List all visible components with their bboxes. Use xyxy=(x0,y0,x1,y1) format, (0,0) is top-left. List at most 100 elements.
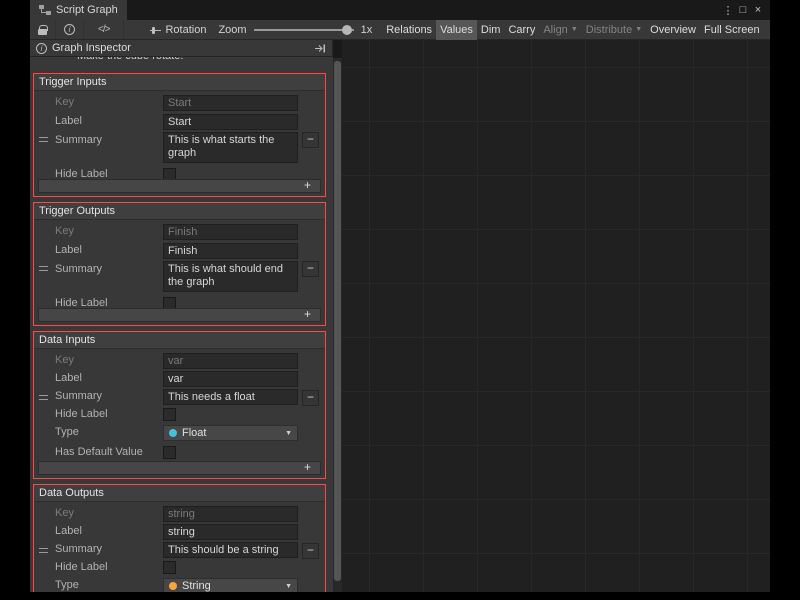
label-label: Label xyxy=(55,525,82,537)
remove-button[interactable]: − xyxy=(302,132,319,148)
graph-inspector-title: Graph Inspector xyxy=(52,42,131,54)
label-label: Label xyxy=(55,244,82,256)
key-label: Key xyxy=(55,507,74,519)
maximize-icon[interactable]: □ xyxy=(736,4,750,16)
float-type-dot-icon xyxy=(169,429,177,437)
code-icon: </> xyxy=(98,24,109,35)
summary-label: Summary xyxy=(55,390,102,402)
section-data-inputs: Data Inputs Key Label Summary − Hide Lab… xyxy=(33,331,326,479)
lock-icon xyxy=(38,29,47,35)
inspect-button[interactable]: i xyxy=(56,20,84,39)
rotation-control[interactable]: Rotation xyxy=(150,24,206,36)
relations-button[interactable]: Relations xyxy=(382,20,436,40)
drag-handle-icon[interactable] xyxy=(39,395,48,400)
menu-icon[interactable]: ⋮ xyxy=(721,4,735,17)
section-title: Data Inputs xyxy=(34,332,325,349)
tab-bar: Script Graph ⋮ □ × xyxy=(30,0,770,20)
type-label: Type xyxy=(55,579,79,591)
code-view-button[interactable]: </> xyxy=(84,20,124,39)
scrollbar-thumb[interactable] xyxy=(334,61,341,581)
hide-label-checkbox[interactable] xyxy=(163,561,176,574)
script-graph-icon xyxy=(39,5,51,15)
editor-window: Script Graph ⋮ □ × i </> Rotation Zoom 1… xyxy=(30,0,770,592)
summary-field[interactable]: This is what should end the graph xyxy=(163,261,298,292)
add-bar[interactable]: + xyxy=(38,461,321,475)
key-field xyxy=(163,506,298,522)
type-dropdown[interactable]: Float ▼ xyxy=(163,425,298,441)
rotation-icon xyxy=(150,25,161,35)
chevron-down-icon: ▼ xyxy=(635,26,642,33)
summary-field[interactable] xyxy=(163,542,298,558)
section-title: Trigger Inputs xyxy=(34,74,325,91)
dim-button[interactable]: Dim xyxy=(477,20,505,40)
screen: Script Graph ⋮ □ × i </> Rotation Zoom 1… xyxy=(0,0,800,600)
section-trigger-inputs: Trigger Inputs Key Label Summary This is… xyxy=(33,73,326,197)
add-button[interactable]: + xyxy=(304,460,311,474)
has-default-value-checkbox[interactable] xyxy=(163,446,176,459)
zoom-value: 1x xyxy=(361,24,373,36)
label-label: Label xyxy=(55,372,82,384)
hide-label-checkbox[interactable] xyxy=(163,408,176,421)
key-field xyxy=(163,224,298,240)
section-trigger-outputs: Trigger Outputs Key Label Summary This i… xyxy=(33,202,326,326)
summary-label: Summary xyxy=(55,134,102,146)
remove-button[interactable]: − xyxy=(302,261,319,277)
graph-canvas[interactable] xyxy=(342,40,770,592)
distribute-dropdown[interactable]: Distribute▼ xyxy=(582,20,646,40)
remove-button[interactable]: − xyxy=(302,543,319,559)
zoom-slider-thumb[interactable] xyxy=(342,25,352,35)
toolbar: i </> Rotation Zoom 1x Relations Values … xyxy=(30,20,770,40)
add-button[interactable]: + xyxy=(304,307,311,321)
label-field[interactable] xyxy=(163,524,298,540)
rotation-label: Rotation xyxy=(165,24,206,36)
type-dropdown[interactable]: String ▼ xyxy=(163,578,298,592)
key-field xyxy=(163,95,298,111)
summary-label: Summary xyxy=(55,543,102,555)
graph-inspector-panel: Make the cube rotate. Trigger Inputs Key… xyxy=(30,40,333,592)
zoom-label: Zoom xyxy=(218,24,246,36)
label-label: Label xyxy=(55,115,82,127)
section-data-outputs: Data Outputs Key Label Summary − Hide La… xyxy=(33,484,326,592)
key-label: Key xyxy=(55,354,74,366)
info-icon: i xyxy=(36,43,47,54)
carry-button[interactable]: Carry xyxy=(504,20,539,40)
type-label: Type xyxy=(55,426,79,438)
remove-button[interactable]: − xyxy=(302,390,319,406)
tab-script-graph[interactable]: Script Graph xyxy=(30,0,127,20)
type-value: String xyxy=(182,580,211,592)
key-field xyxy=(163,353,298,369)
key-label: Key xyxy=(55,96,74,108)
label-field[interactable] xyxy=(163,371,298,387)
label-field[interactable] xyxy=(163,114,298,130)
section-title: Trigger Outputs xyxy=(34,203,325,220)
full-screen-button[interactable]: Full Screen xyxy=(700,20,764,40)
type-value: Float xyxy=(182,427,206,439)
chevron-down-icon: ▼ xyxy=(571,26,578,33)
info-icon: i xyxy=(64,24,75,35)
dock-panel-icon[interactable] xyxy=(315,44,326,53)
values-button[interactable]: Values xyxy=(436,20,477,40)
inspector-scrollbar[interactable] xyxy=(333,58,342,592)
hide-label-label: Hide Label xyxy=(55,408,108,420)
align-dropdown[interactable]: Align▼ xyxy=(539,20,581,40)
label-field[interactable] xyxy=(163,243,298,259)
zoom-slider[interactable] xyxy=(254,29,354,31)
add-bar[interactable]: + xyxy=(38,308,321,322)
drag-handle-icon[interactable] xyxy=(39,548,48,553)
add-bar[interactable]: + xyxy=(38,179,321,193)
summary-field[interactable] xyxy=(163,389,298,405)
lock-button[interactable] xyxy=(30,20,56,39)
chevron-down-icon: ▼ xyxy=(285,430,292,437)
string-type-dot-icon xyxy=(169,582,177,590)
summary-field[interactable]: This is what starts the graph xyxy=(163,132,298,163)
has-default-value-label: Has Default Value xyxy=(55,446,143,458)
graph-inspector-header: i Graph Inspector xyxy=(30,40,333,57)
add-button[interactable]: + xyxy=(304,178,311,192)
close-icon[interactable]: × xyxy=(751,4,765,16)
window-controls: ⋮ □ × xyxy=(721,4,770,17)
summary-label: Summary xyxy=(55,263,102,275)
drag-handle-icon[interactable] xyxy=(39,266,48,271)
hide-label-label: Hide Label xyxy=(55,561,108,573)
overview-button[interactable]: Overview xyxy=(646,20,700,40)
drag-handle-icon[interactable] xyxy=(39,137,48,142)
